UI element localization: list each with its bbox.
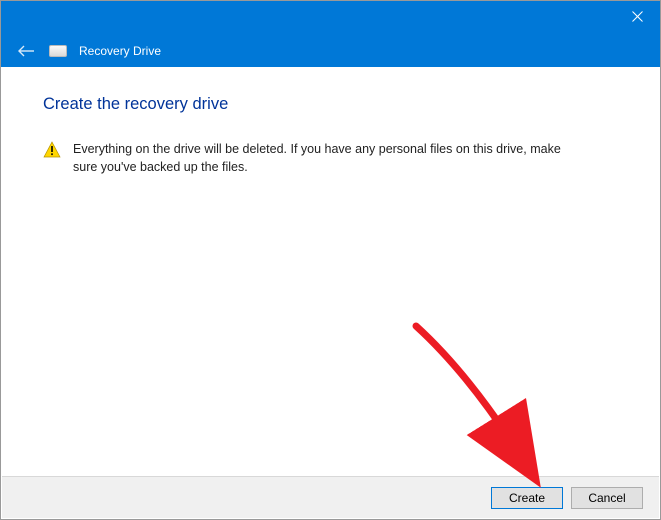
- header: Recovery Drive: [1, 34, 660, 67]
- annotation-arrow: [401, 316, 571, 496]
- warning-triangle-icon: [43, 141, 61, 162]
- back-button[interactable]: [15, 40, 37, 62]
- back-arrow-icon: [17, 44, 35, 58]
- page-heading: Create the recovery drive: [43, 95, 618, 114]
- warning-row: Everything on the drive will be deleted.…: [43, 140, 618, 176]
- drive-icon: [49, 45, 67, 57]
- app-title: Recovery Drive: [79, 44, 161, 58]
- titlebar: [1, 1, 660, 34]
- content-area: Create the recovery drive Everything on …: [1, 67, 660, 176]
- footer: Create Cancel: [2, 476, 659, 518]
- close-icon: [632, 11, 643, 22]
- create-button[interactable]: Create: [491, 487, 563, 509]
- warning-text: Everything on the drive will be deleted.…: [73, 140, 563, 176]
- cancel-button[interactable]: Cancel: [571, 487, 643, 509]
- close-button[interactable]: [615, 1, 660, 31]
